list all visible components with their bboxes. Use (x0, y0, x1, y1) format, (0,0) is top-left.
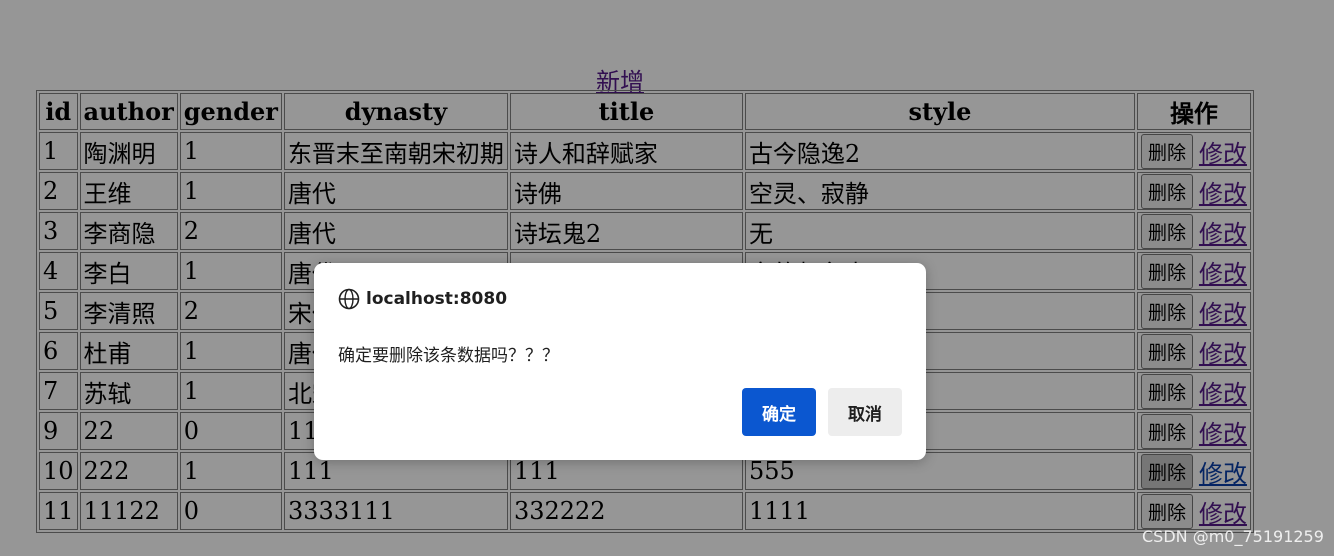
ok-button[interactable]: 确定 (742, 388, 816, 436)
globe-icon (338, 288, 360, 310)
cancel-button[interactable]: 取消 (828, 388, 902, 436)
confirm-dialog: localhost:8080 确定要删除该条数据吗？？？ 确定 取消 (314, 263, 926, 460)
watermark: CSDN @m0_75191259 (1142, 527, 1324, 546)
dialog-header: localhost:8080 (338, 288, 507, 310)
dialog-origin: localhost:8080 (366, 289, 508, 309)
dialog-message: 确定要删除该条数据吗？？？ (338, 346, 559, 366)
